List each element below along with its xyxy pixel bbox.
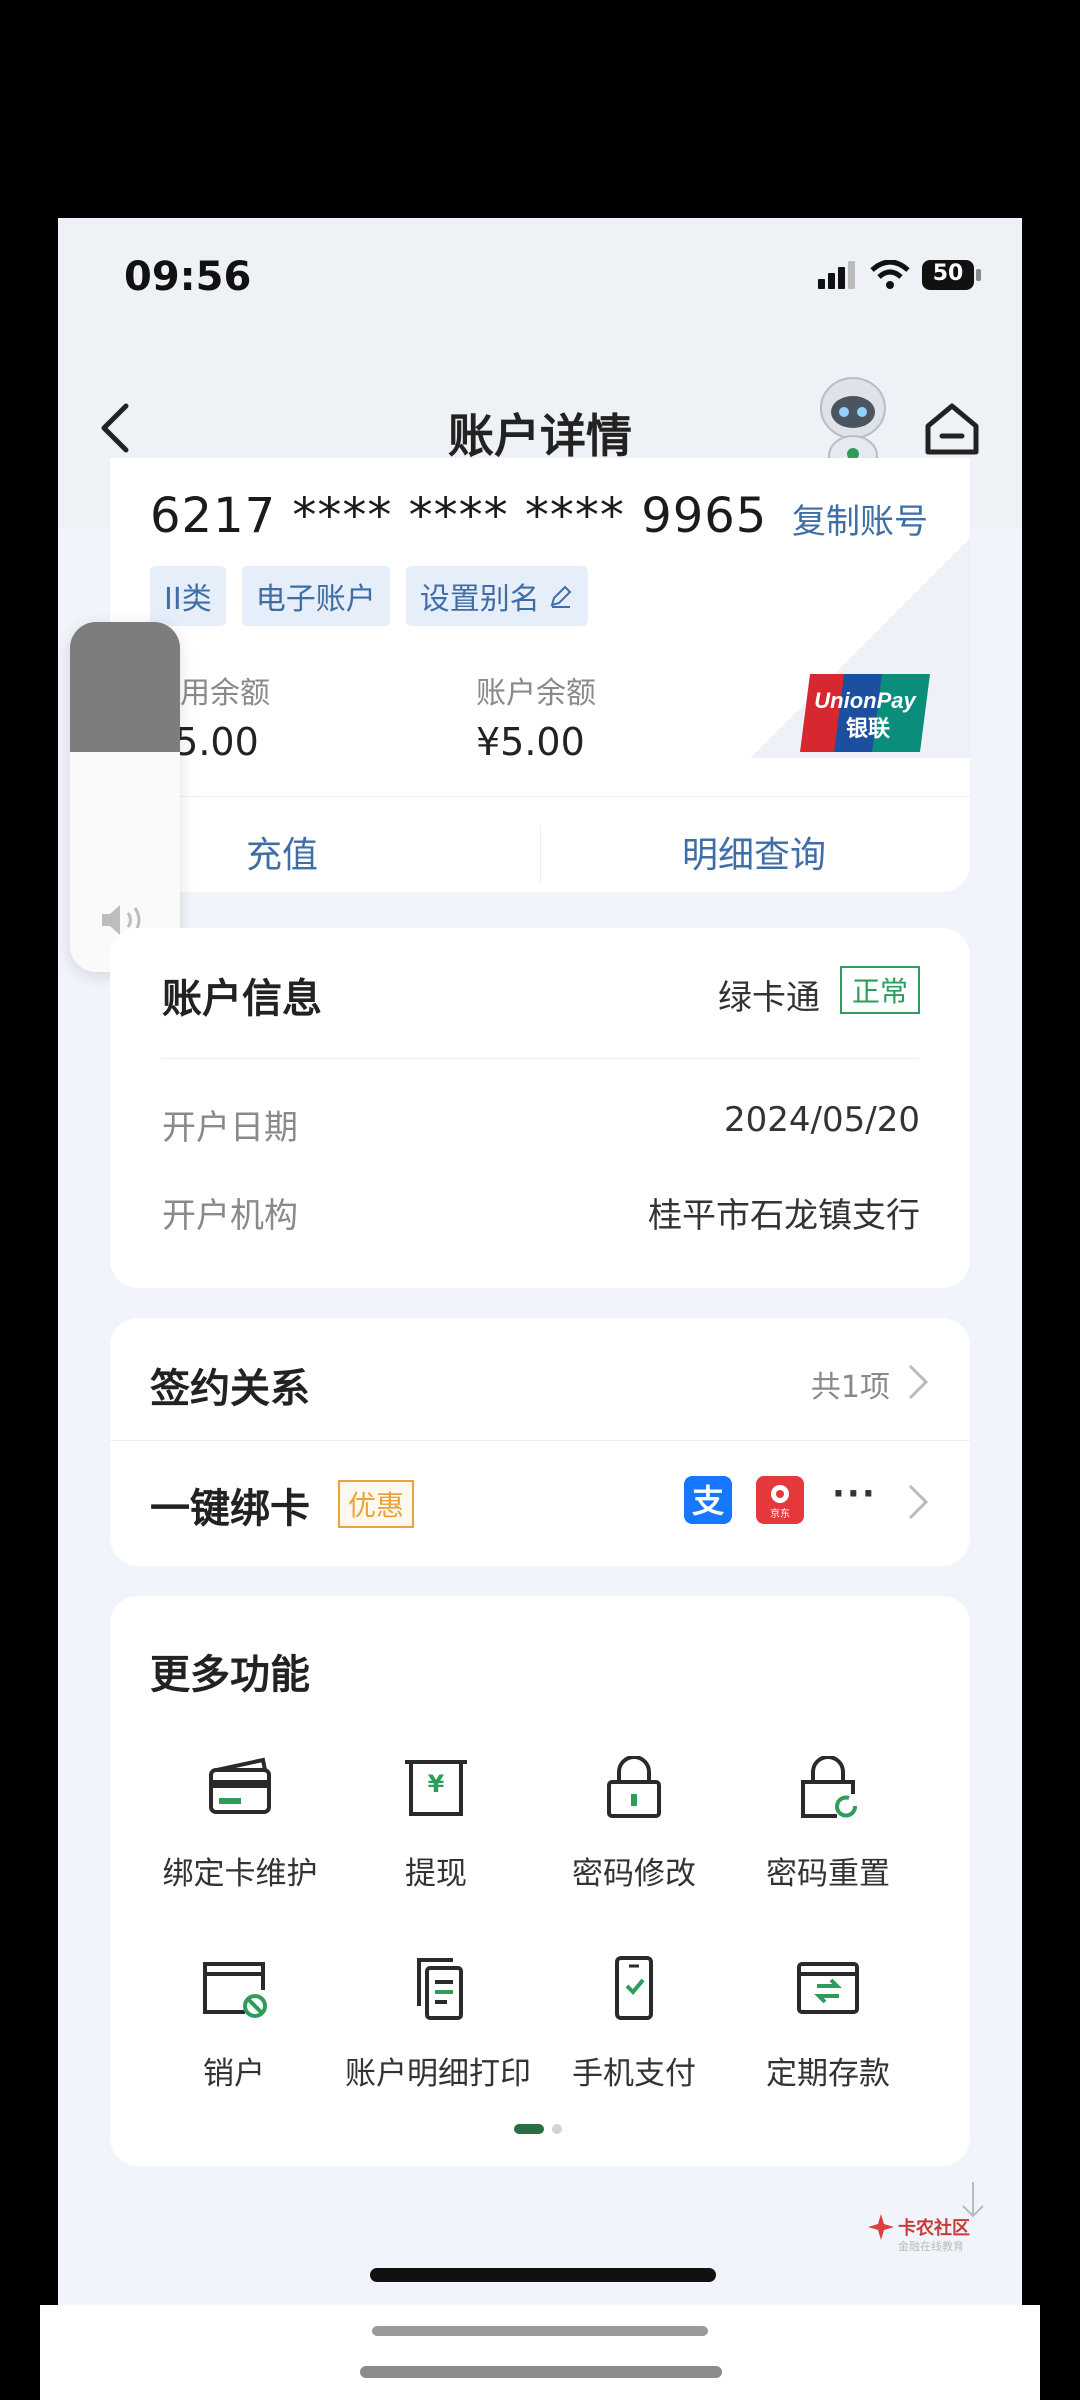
promo-badge: 优惠 bbox=[338, 1480, 415, 1528]
function-label: 密码重置 bbox=[766, 1856, 890, 1892]
function-close-account[interactable]: 销户 bbox=[134, 1956, 334, 2093]
function-password-change[interactable]: 密码修改 bbox=[534, 1756, 734, 1893]
lock-reset-icon bbox=[801, 1756, 857, 1818]
account-balance-value: ¥5.00 bbox=[476, 720, 585, 764]
download-arrow-icon bbox=[962, 2182, 984, 2218]
more-functions-card: 更多功能 绑定卡维护 ¥ 提现 密码修改 密码重置 销户 账户明细打印 手机支付… bbox=[110, 1596, 970, 2166]
app-screen: 09:56 50 账户详情 6217 **** **** **** 9965 复… bbox=[58, 218, 1022, 2308]
edit-icon bbox=[550, 585, 572, 608]
unionpay-logo: UnionPay 银联 bbox=[800, 674, 930, 752]
tag-label: 电子账户 bbox=[255, 582, 376, 617]
open-date-value: 2024/05/20 bbox=[724, 1100, 920, 1140]
document-icon bbox=[417, 1958, 463, 2020]
gesture-bar bbox=[360, 2366, 722, 2378]
watermark-logo-icon bbox=[868, 2214, 894, 2240]
watermark-subtext: 金融在线教育 bbox=[898, 2240, 964, 2253]
tag-e-account: 电子账户 bbox=[241, 566, 390, 626]
svg-text:¥: ¥ bbox=[428, 1770, 445, 1798]
function-label: 销户 bbox=[203, 2056, 265, 2092]
battery-icon: 50 bbox=[922, 260, 982, 290]
card-type: 绿卡通 bbox=[718, 978, 820, 1018]
phone-icon bbox=[615, 1956, 653, 2020]
account-tags: II类 电子账户 设置别名 bbox=[150, 566, 588, 626]
divider bbox=[162, 1058, 918, 1059]
function-mobile-pay[interactable]: 手机支付 bbox=[534, 1956, 734, 2093]
bottom-bar-area bbox=[40, 2305, 1040, 2400]
signal-icon bbox=[818, 261, 855, 289]
status-icons: 50 bbox=[818, 260, 982, 290]
one-click-bind-title: 一键绑卡 bbox=[150, 1486, 310, 1532]
status-time: 09:56 bbox=[124, 254, 252, 300]
account-number: 6217 **** **** **** 9965 bbox=[150, 488, 768, 544]
function-card-maintenance[interactable]: 绑定卡维护 bbox=[140, 1756, 340, 1893]
tag-label: 设置别名 bbox=[419, 582, 540, 617]
battery-level: 50 bbox=[932, 261, 964, 286]
svg-text:UnionPay: UnionPay bbox=[814, 688, 917, 713]
home-indicator[interactable] bbox=[370, 2268, 716, 2282]
more-functions-title: 更多功能 bbox=[150, 1652, 310, 1698]
function-label: 提现 bbox=[405, 1856, 467, 1892]
function-label: 手机支付 bbox=[572, 2056, 696, 2092]
page-indicator bbox=[514, 2124, 562, 2134]
sign-relations-count: 共1项 bbox=[810, 1370, 890, 1405]
divider bbox=[540, 826, 541, 882]
card-cancel-icon bbox=[203, 1962, 267, 2018]
volume-overlay[interactable] bbox=[70, 622, 180, 972]
status-badge: 正常 bbox=[839, 966, 920, 1014]
chevron-right-icon bbox=[908, 1364, 929, 1400]
alipay-icon: 支 bbox=[684, 1476, 732, 1524]
open-branch-value: 桂平市石龙镇支行 bbox=[648, 1196, 920, 1236]
function-password-reset[interactable]: 密码重置 bbox=[728, 1756, 928, 1893]
watermark: 卡农社区 金融在线教育 bbox=[868, 2182, 1018, 2308]
jd-dog-icon bbox=[771, 1485, 789, 1503]
withdraw-icon: ¥ bbox=[405, 1760, 467, 1816]
divider bbox=[110, 796, 970, 797]
wifi-icon bbox=[870, 260, 910, 289]
page-dot bbox=[552, 2124, 562, 2134]
account-info-card: 账户信息 绿卡通 正常 开户日期 2024/05/20 开户机构 桂平市石龙镇支… bbox=[110, 928, 970, 1288]
status-bar: 09:56 50 bbox=[58, 218, 1022, 348]
gesture-bar bbox=[372, 2326, 708, 2336]
copy-account-button[interactable]: 复制账号 bbox=[792, 494, 928, 543]
function-statement-print[interactable]: 账户明细打印 bbox=[338, 1956, 538, 2093]
more-apps-indicator: ··· bbox=[832, 1474, 877, 1514]
function-label: 绑定卡维护 bbox=[162, 1856, 318, 1892]
jd-icon: 京东 bbox=[756, 1476, 804, 1524]
transaction-query-button[interactable]: 明细查询 bbox=[682, 826, 826, 878]
account-balance-label: 账户余额 bbox=[476, 676, 596, 711]
home-icon[interactable] bbox=[920, 396, 984, 460]
function-withdraw[interactable]: ¥ 提现 bbox=[336, 1756, 536, 1893]
tag-account-class: II类 bbox=[150, 566, 226, 626]
chevron-right-icon bbox=[908, 1484, 929, 1520]
sign-relations-card: 签约关系 共1项 一键绑卡 优惠 支 京东 ··· bbox=[110, 1318, 970, 1566]
set-alias-button[interactable]: 设置别名 bbox=[405, 566, 588, 626]
deposit-icon bbox=[797, 1962, 859, 2014]
sign-relations-title: 签约关系 bbox=[150, 1366, 310, 1412]
open-branch-label: 开户机构 bbox=[162, 1196, 298, 1236]
open-date-label: 开户日期 bbox=[162, 1108, 298, 1148]
page-dot-active bbox=[514, 2124, 544, 2134]
svg-text:银联: 银联 bbox=[846, 717, 890, 742]
function-label: 账户明细打印 bbox=[345, 2056, 531, 2092]
function-fixed-deposit[interactable]: 定期存款 bbox=[728, 1956, 928, 2093]
svg-text:支: 支 bbox=[692, 1482, 724, 1520]
lock-icon bbox=[607, 1756, 661, 1818]
function-label: 密码修改 bbox=[572, 1856, 696, 1892]
account-card: 6217 **** **** **** 9965 复制账号 II类 电子账户 设… bbox=[110, 458, 970, 892]
jd-label: 京东 bbox=[770, 1509, 790, 1520]
volume-level-fill bbox=[70, 622, 180, 752]
card-icon bbox=[209, 1757, 271, 1814]
top-up-button[interactable]: 充值 bbox=[246, 826, 318, 878]
sign-relations-row[interactable]: 签约关系 共1项 bbox=[110, 1318, 970, 1440]
function-label: 定期存款 bbox=[766, 2056, 890, 2092]
account-info-title: 账户信息 bbox=[162, 976, 322, 1022]
tag-label: II类 bbox=[164, 582, 212, 617]
